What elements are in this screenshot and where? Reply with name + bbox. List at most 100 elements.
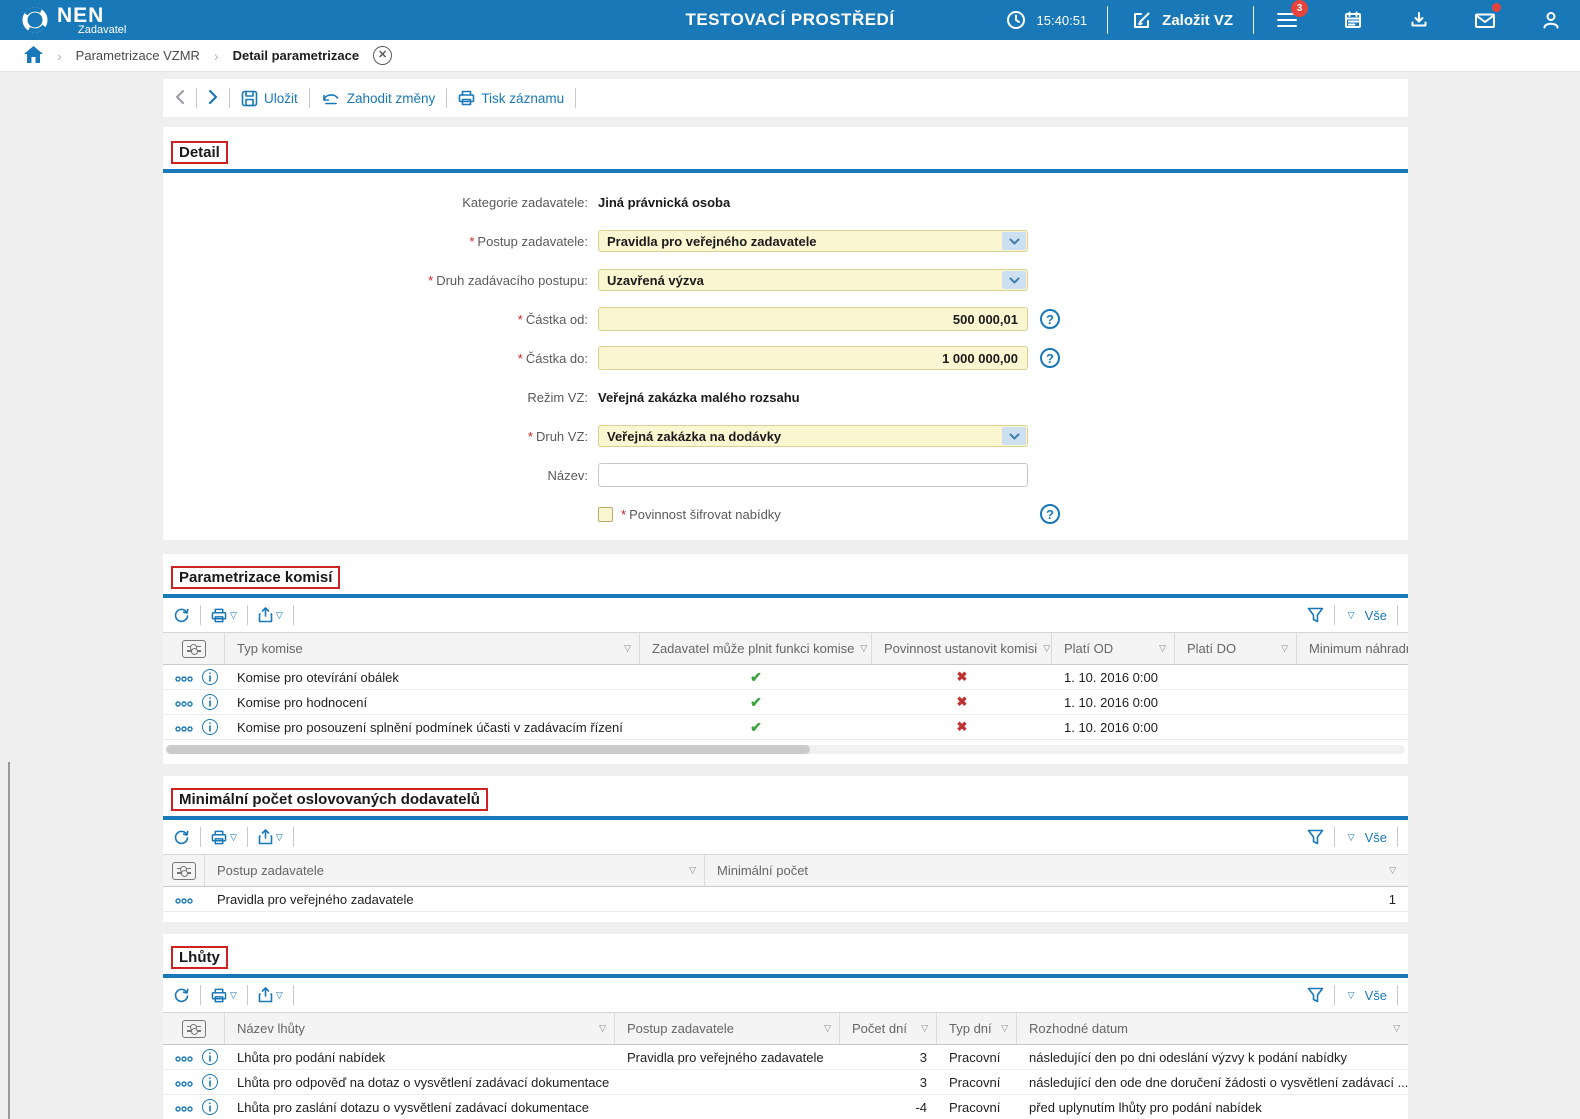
chevron-down-icon[interactable] <box>1002 271 1026 289</box>
column-header-typ-dni[interactable]: Typ dní ▽ <box>937 1013 1017 1044</box>
filter-icon[interactable] <box>1307 607 1324 623</box>
export-icon[interactable]: ▽ <box>258 987 283 1003</box>
info-icon[interactable] <box>202 1099 218 1115</box>
chevron-down-icon[interactable]: ▽ <box>276 610 283 621</box>
menu-icon[interactable]: 3 <box>1274 0 1308 33</box>
calendar-icon[interactable] <box>1340 7 1366 33</box>
home-icon[interactable] <box>24 45 43 66</box>
name-input[interactable] <box>598 463 1028 487</box>
column-header-nazev-lhuty[interactable]: Název lhůty ▽ <box>225 1013 615 1044</box>
filter-triangle-icon[interactable]: ▽ <box>618 643 631 654</box>
filter-triangle-icon[interactable]: ▽ <box>1153 643 1166 654</box>
print-record-button[interactable]: Tisk záznamu <box>458 90 564 106</box>
close-tab-icon[interactable]: ✕ <box>373 46 393 65</box>
column-settings-header[interactable] <box>163 633 225 664</box>
nen-logo[interactable]: NEN Zadavatel <box>20 5 126 36</box>
column-header-pocet-dni[interactable]: Počet dní ▽ <box>840 1013 937 1044</box>
chevron-down-icon[interactable]: ▽ <box>1348 832 1355 843</box>
table-row[interactable]: Pravidla pro veřejného zadavatele 1 <box>163 887 1408 912</box>
row-menu-icon[interactable] <box>175 670 193 685</box>
row-menu-icon[interactable] <box>175 892 193 907</box>
encrypt-checkbox[interactable] <box>598 506 613 522</box>
filter-triangle-icon[interactable]: ▽ <box>818 1023 831 1034</box>
refresh-icon[interactable] <box>173 607 190 624</box>
table-row[interactable]: Komise pro otevírání obálek ✔ ✖ 1. 10. 2… <box>163 665 1408 690</box>
table-row[interactable]: Komise pro hodnocení ✔ ✖ 1. 10. 2016 0:0… <box>163 690 1408 715</box>
help-icon[interactable]: ? <box>1040 504 1060 524</box>
column-settings-header[interactable] <box>163 1013 225 1044</box>
info-icon[interactable] <box>202 1049 218 1065</box>
filter-triangle-icon[interactable]: ▽ <box>1383 865 1396 876</box>
column-settings-header[interactable] <box>163 855 205 886</box>
table-row[interactable]: Lhůta pro podání nabídek Pravidla pro ve… <box>163 1045 1408 1070</box>
export-icon[interactable]: ▽ <box>258 829 283 845</box>
amount-to-input[interactable] <box>598 346 1028 370</box>
column-header-postup-zadavatele[interactable]: Postup zadavatele ▽ <box>615 1013 840 1044</box>
column-header-plati-do[interactable]: Platí DO ▽ <box>1175 633 1297 664</box>
help-icon[interactable]: ? <box>1040 309 1060 329</box>
filter-icon[interactable] <box>1307 987 1324 1003</box>
scrollbar-thumb[interactable] <box>166 745 811 754</box>
breadcrumb-item-parametrizace-vzmr[interactable]: Parametrizace VZMR <box>76 48 200 63</box>
row-menu-icon[interactable] <box>175 1075 193 1090</box>
chevron-down-icon[interactable]: ▽ <box>1348 990 1355 1001</box>
refresh-icon[interactable] <box>173 829 190 846</box>
row-menu-icon[interactable] <box>175 1100 193 1115</box>
nav-back-button[interactable] <box>175 89 185 108</box>
info-icon[interactable] <box>202 669 218 685</box>
chevron-down-icon[interactable] <box>1002 232 1026 250</box>
row-menu-icon[interactable] <box>175 695 193 710</box>
info-icon[interactable] <box>202 719 218 735</box>
chevron-down-icon[interactable]: ▽ <box>1348 610 1355 621</box>
download-icon[interactable] <box>1406 7 1432 33</box>
row-menu-icon[interactable] <box>175 720 193 735</box>
create-vz-button[interactable]: Založit VZ <box>1128 7 1233 33</box>
chevron-down-icon[interactable] <box>1002 427 1026 445</box>
filter-triangle-icon[interactable]: ▽ <box>593 1023 606 1034</box>
filter-icon[interactable] <box>1307 829 1324 845</box>
column-header-zadavatel-muze-plnit[interactable]: Zadavatel může plnit funkci komise ▽ <box>640 633 872 664</box>
filter-triangle-icon[interactable]: ▽ <box>683 865 696 876</box>
user-icon[interactable] <box>1538 7 1564 33</box>
info-icon[interactable] <box>202 1074 218 1090</box>
filter-triangle-icon[interactable]: ▽ <box>915 1023 928 1034</box>
refresh-icon[interactable] <box>173 987 190 1004</box>
chevron-down-icon[interactable]: ▽ <box>230 832 237 843</box>
chevron-down-icon[interactable]: ▽ <box>276 832 283 843</box>
show-all-link[interactable]: Vše <box>1365 988 1387 1003</box>
mail-icon[interactable] <box>1472 3 1501 33</box>
breadcrumb-item-detail-parametrizace[interactable]: Detail parametrizace <box>233 48 359 63</box>
print-table-icon[interactable]: ▽ <box>211 988 237 1003</box>
row-menu-icon[interactable] <box>175 1050 193 1065</box>
column-header-postup-zadavatele[interactable]: Postup zadavatele ▽ <box>205 855 705 886</box>
show-all-link[interactable]: Vše <box>1365 830 1387 845</box>
chevron-down-icon[interactable]: ▽ <box>230 990 237 1001</box>
filter-triangle-icon[interactable]: ▽ <box>1037 643 1050 654</box>
column-header-typ-komise[interactable]: Typ komise ▽ <box>225 633 640 664</box>
column-header-rozhodne-datum[interactable]: Rozhodné datum ▽ <box>1017 1013 1408 1044</box>
procedure-select[interactable]: Pravidla pro veřejného zadavatele <box>598 230 1028 252</box>
column-header-plati-od[interactable]: Platí OD ▽ <box>1052 633 1175 664</box>
discard-changes-button[interactable]: Zahodit změny <box>321 91 435 106</box>
table-row[interactable]: Lhůta pro zaslání dotazu o vysvětlení za… <box>163 1095 1408 1119</box>
print-table-icon[interactable]: ▽ <box>211 608 237 623</box>
filter-triangle-icon[interactable]: ▽ <box>1275 643 1288 654</box>
procedure-kind-select[interactable]: Uzavřená výzva <box>598 269 1028 291</box>
horizontal-scrollbar[interactable] <box>166 745 1405 754</box>
filter-triangle-icon[interactable]: ▽ <box>1387 1023 1400 1034</box>
filter-triangle-icon[interactable]: ▽ <box>995 1023 1008 1034</box>
print-table-icon[interactable]: ▽ <box>211 830 237 845</box>
help-icon[interactable]: ? <box>1040 348 1060 368</box>
column-header-povinnost-ustanovit[interactable]: Povinnost ustanovit komisi ▽ <box>872 633 1052 664</box>
show-all-link[interactable]: Vše <box>1365 608 1387 623</box>
nav-forward-button[interactable] <box>208 89 218 108</box>
chevron-down-icon[interactable]: ▽ <box>230 610 237 621</box>
vz-kind-select[interactable]: Veřejná zakázka na dodávky <box>598 425 1028 447</box>
column-header-minimalni-pocet[interactable]: Minimální počet ▽ <box>705 855 1408 886</box>
table-row[interactable]: Komise pro posouzení splnění podmínek úč… <box>163 715 1408 740</box>
column-header-minimum-nahradniku[interactable]: Minimum náhradn <box>1297 633 1408 664</box>
info-icon[interactable] <box>202 694 218 710</box>
filter-triangle-icon[interactable]: ▽ <box>854 643 867 654</box>
amount-from-input[interactable] <box>598 307 1028 331</box>
chevron-down-icon[interactable]: ▽ <box>276 990 283 1001</box>
